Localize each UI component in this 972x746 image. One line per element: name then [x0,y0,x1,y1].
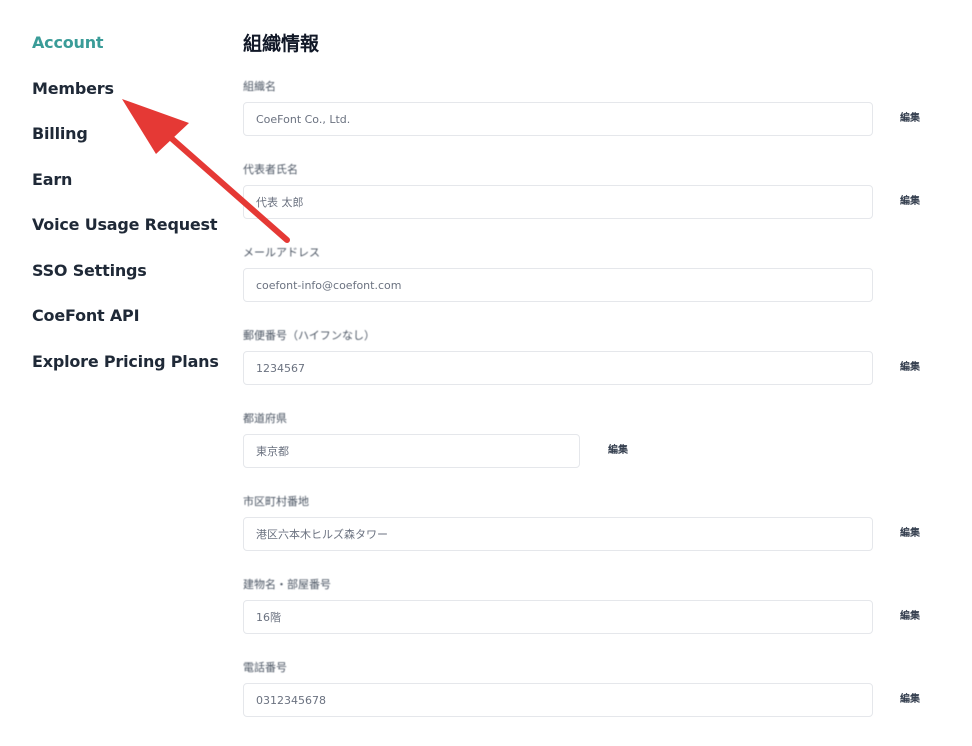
sidebar-item-members[interactable]: Members [32,74,222,120]
email-address-input[interactable] [243,268,873,302]
settings-sidebar: Account Members Billing Earn Voice Usage… [32,28,222,392]
field-label: 郵便番号（ハイフンなし） [243,329,375,342]
field-label: メールアドレス [243,246,320,259]
representative-name-input[interactable] [243,185,873,219]
field-representative-name: 代表者氏名 編集 [243,143,943,226]
field-label: 都道府県 [243,412,287,425]
field-prefecture: 都道府県 編集 [243,392,943,475]
edit-button[interactable]: 編集 [900,193,920,211]
phone-number-input[interactable] [243,683,873,717]
page-title: 組織情報 [243,33,320,55]
sidebar-item-voice-usage-request[interactable]: Voice Usage Request [32,210,222,256]
field-city-address: 市区町村番地 編集 [243,475,943,558]
edit-button[interactable]: 編集 [608,442,628,460]
building-room-input[interactable] [243,600,873,634]
sidebar-item-coefont-api[interactable]: CoeFont API [32,301,222,347]
organization-name-input[interactable] [243,102,873,136]
sidebar-item-explore-pricing-plans[interactable]: Explore Pricing Plans [32,347,222,393]
edit-button[interactable]: 編集 [900,359,920,377]
city-address-input[interactable] [243,517,873,551]
postal-code-input[interactable] [243,351,873,385]
field-organization-name: 組織名 編集 [243,60,943,143]
settings-page: Account Members Billing Earn Voice Usage… [0,0,972,746]
field-label: 組織名 [243,80,276,93]
sidebar-item-account[interactable]: Account [32,28,222,74]
edit-button[interactable]: 編集 [900,525,920,543]
sidebar-item-billing[interactable]: Billing [32,119,222,165]
organization-info-panel: 組織情報 組織名 編集 代表者氏名 編集 メールアドレス 郵便番号（ハイフンなし… [243,28,943,724]
field-phone-number: 電話番号 編集 [243,641,943,724]
field-label: 代表者氏名 [243,163,298,176]
edit-button[interactable]: 編集 [900,608,920,626]
field-label: 建物名・部屋番号 [243,578,331,591]
sidebar-item-earn[interactable]: Earn [32,165,222,211]
field-building-room: 建物名・部屋番号 編集 [243,558,943,641]
sidebar-item-sso-settings[interactable]: SSO Settings [32,256,222,302]
edit-button[interactable]: 編集 [900,691,920,709]
field-postal-code: 郵便番号（ハイフンなし） 編集 [243,309,943,392]
prefecture-input[interactable] [243,434,580,468]
field-label: 電話番号 [243,661,287,674]
field-email-address: メールアドレス [243,226,943,309]
field-label: 市区町村番地 [243,495,309,508]
edit-button[interactable]: 編集 [900,110,920,128]
